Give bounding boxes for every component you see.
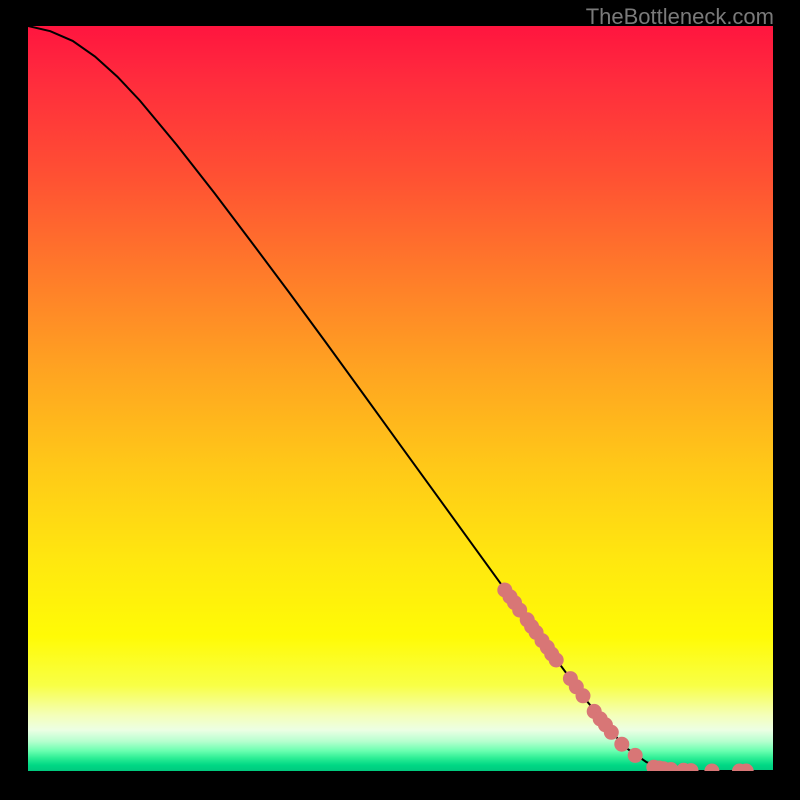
data-point: [576, 688, 591, 703]
data-point: [549, 653, 564, 668]
bottleneck-curve: [28, 26, 773, 771]
plot-area: [28, 26, 773, 771]
highlighted-points-group: [497, 583, 753, 772]
chart-overlay: [28, 26, 773, 771]
data-point: [604, 725, 619, 740]
data-point: [614, 737, 629, 752]
attribution-text: TheBottleneck.com: [586, 4, 774, 30]
data-point: [628, 748, 643, 763]
data-point: [704, 764, 719, 772]
